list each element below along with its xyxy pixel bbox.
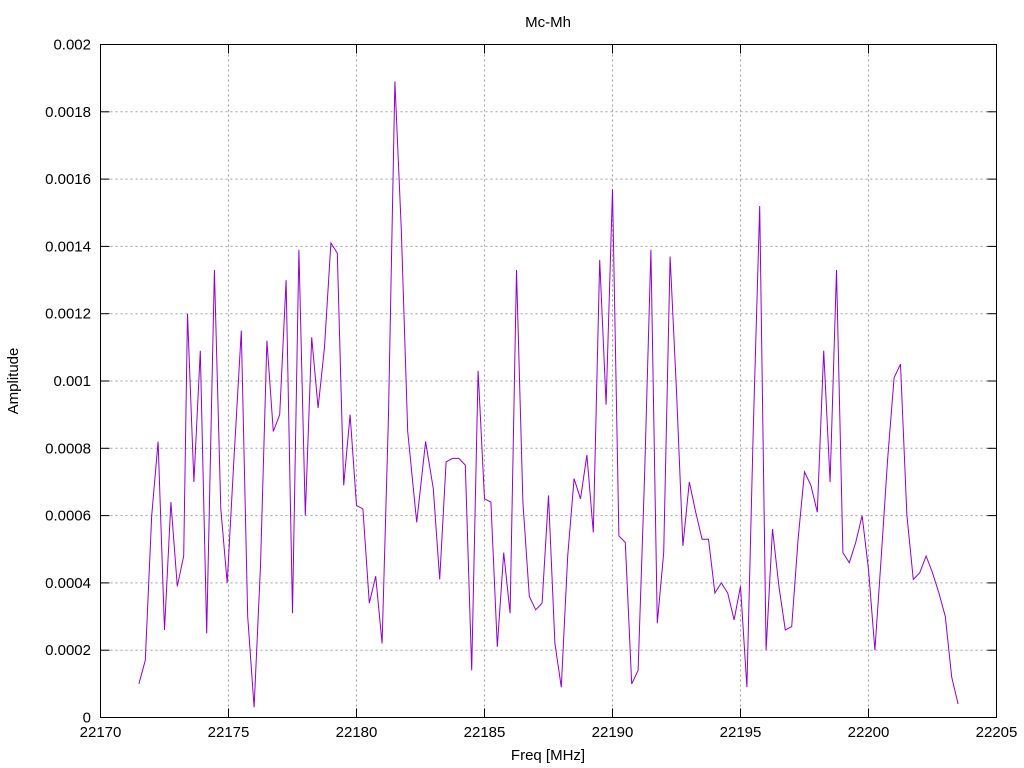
chart: 22170 22175 22180 22185 22190 22195 22200 22205… [0,0,1024,768]
x-tick-label: 22195 [720,724,762,741]
x-tick-label: 22205 [976,724,1018,741]
x-tick-label: 22175 [208,724,250,741]
y-tick-label: 0.0008 [45,440,91,457]
y-tick-label: 0.002 [53,37,91,54]
y-tick-label: 0.001 [53,373,91,390]
y-tick-label: 0.0016 [45,171,91,188]
y-tick-label: 0.0012 [45,306,91,323]
y-tick-label: 0.0002 [45,642,91,659]
x-axis-label: Freq [MHz] [511,747,585,764]
y-tick-label: 0.0018 [45,104,91,121]
y-tick-label: 0.0014 [45,238,91,255]
x-tick-label: 22170 [80,724,122,741]
x-tick-label: 22180 [336,724,378,741]
x-tick-label: 22200 [848,724,890,741]
y-axis-label: Amplitude [5,348,22,415]
chart-background [0,0,1024,768]
y-tick-label: 0.0006 [45,508,91,525]
x-tick-label: 22190 [592,724,634,741]
chart-title: Mc-Mh [525,14,571,31]
y-tick-label: 0 [83,710,91,727]
x-tick-label: 22185 [464,724,506,741]
y-tick-label: 0.0004 [45,575,91,592]
